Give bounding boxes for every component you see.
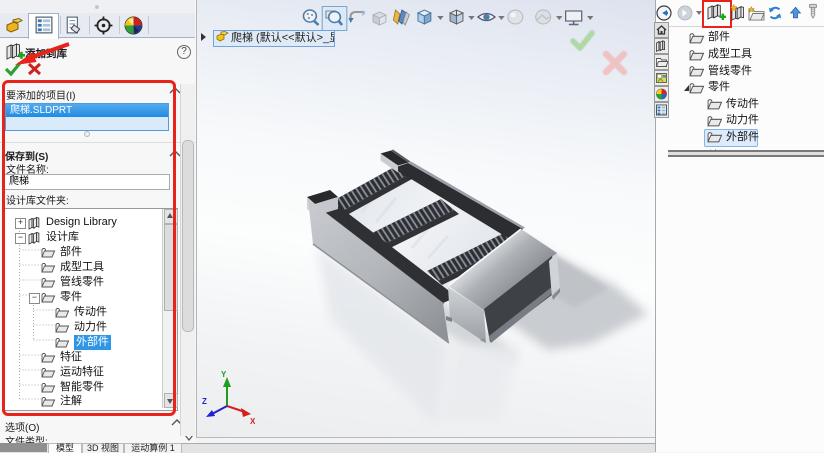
svg-text:Y: Y [221, 370, 227, 379]
svg-text:X: X [250, 417, 256, 426]
svg-text:Z: Z [202, 397, 207, 406]
